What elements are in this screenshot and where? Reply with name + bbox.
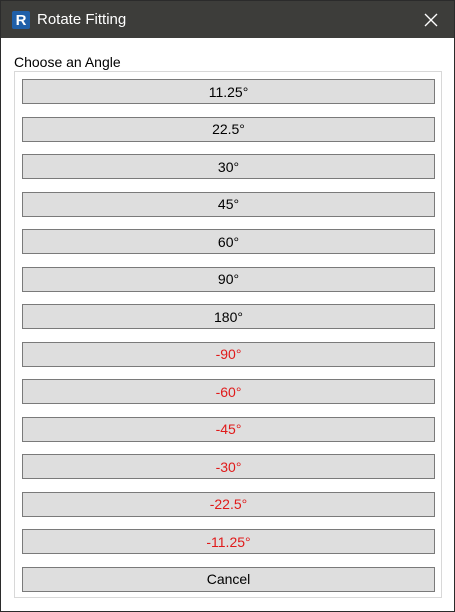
angle-button-11-25[interactable]: 11.25°: [22, 79, 435, 104]
angle-button-minus-90[interactable]: -90°: [22, 341, 435, 367]
angle-button-180[interactable]: 180°: [22, 304, 435, 329]
close-button[interactable]: [408, 1, 454, 38]
angle-button-45[interactable]: 45°: [22, 191, 435, 217]
close-icon: [424, 13, 438, 26]
angle-button-30[interactable]: 30°: [22, 154, 435, 179]
cancel-button[interactable]: Cancel: [22, 566, 435, 592]
angle-button-60[interactable]: 60°: [22, 229, 435, 254]
angle-button-90[interactable]: 90°: [22, 266, 435, 292]
revit-app-icon: R: [12, 11, 30, 29]
angle-button-22-5[interactable]: 22.5°: [22, 116, 435, 142]
angle-button-minus-60[interactable]: -60°: [22, 379, 435, 404]
angle-button-list: 11.25° 22.5° 30° 45° 60° 90° 180° -90° -…: [22, 79, 435, 592]
angle-button-minus-11-25[interactable]: -11.25°: [22, 529, 435, 554]
window-title: Rotate Fitting: [37, 11, 127, 28]
app-icon-letter: R: [15, 11, 27, 29]
angle-button-minus-45[interactable]: -45°: [22, 416, 435, 442]
angle-button-minus-22-5[interactable]: -22.5°: [22, 491, 435, 517]
title-bar[interactable]: R Rotate Fitting: [1, 1, 454, 38]
angle-button-minus-30[interactable]: -30°: [22, 454, 435, 479]
rotate-fitting-dialog: R Rotate Fitting Choose an Angle 11.25° …: [0, 0, 455, 612]
choose-angle-label: Choose an Angle: [14, 54, 121, 70]
